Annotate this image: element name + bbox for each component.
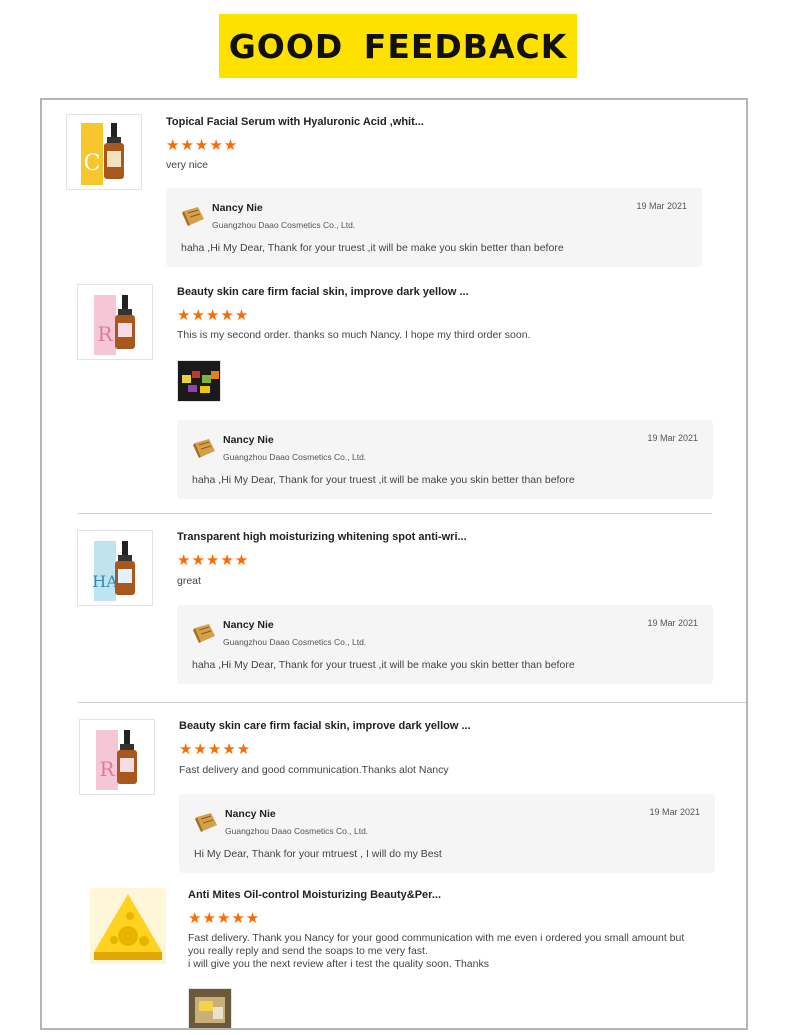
reply-date: 19 Mar 2021 (649, 807, 700, 817)
seller-reply: Nancy Nie Guangzhou Daao Cosmetics Co., … (177, 605, 713, 684)
product-title[interactable]: Beauty skin care firm facial skin, impro… (177, 286, 469, 298)
review-comment-line: Fast delivery. Thank you Nancy for your … (188, 932, 685, 944)
serum-bottle-icon: R (94, 295, 135, 355)
reply-company: Guangzhou Daao Cosmetics Co., Ltd. (212, 220, 356, 230)
avatar (195, 813, 217, 832)
review-comment-line: you really reply and send the soaps to m… (188, 945, 428, 957)
avatar (182, 207, 204, 226)
reply-date: 19 Mar 2021 (647, 433, 698, 443)
star-rating: ★★★★★ (188, 910, 261, 927)
reply-date: 19 Mar 2021 (636, 201, 687, 211)
svg-text:R: R (97, 322, 113, 346)
review-comment: Fast delivery and good communication.Tha… (179, 764, 449, 776)
banner-title: GOOD FEEDBACK (228, 26, 568, 66)
star-rating: ★★★★★ (177, 552, 250, 569)
star-rating: ★★★★★ (179, 741, 252, 758)
reply-text: haha ,Hi My Dear, Thank for your truest … (181, 242, 564, 254)
reply-company: Guangzhou Daao Cosmetics Co., Ltd. (223, 452, 367, 462)
product-thumbnail[interactable]: C (66, 114, 142, 190)
product-title[interactable]: Anti Mites Oil-control Moisturizing Beau… (188, 889, 441, 901)
product-title[interactable]: Transparent high moisturizing whitening … (177, 531, 467, 543)
reply-author: Nancy Nie (225, 808, 276, 820)
star-rating: ★★★★★ (166, 137, 239, 154)
product-thumbnail[interactable] (90, 888, 166, 964)
review-comment-line: i will give you the next review after i … (188, 958, 489, 970)
page-banner: GOOD FEEDBACK (219, 14, 577, 78)
cheese-soap-icon (90, 888, 166, 964)
product-thumbnail[interactable]: R (79, 719, 155, 795)
reply-text: haha ,Hi My Dear, Thank for your truest … (192, 659, 575, 671)
review-photo[interactable] (188, 988, 232, 1028)
reply-text: haha ,Hi My Dear, Thank for your truest … (192, 474, 575, 486)
star-rating: ★★★★★ (177, 307, 250, 324)
product-title[interactable]: Beauty skin care firm facial skin, impro… (179, 720, 471, 732)
review-comment: great (177, 575, 201, 587)
svg-text:R: R (99, 757, 115, 781)
svg-text:C: C (84, 151, 101, 176)
avatar (193, 624, 215, 643)
product-title[interactable]: Topical Facial Serum with Hyaluronic Aci… (166, 116, 424, 128)
feedback-panel: C Topical Facial Serum with Hyaluronic A… (40, 98, 748, 1030)
reply-author: Nancy Nie (223, 619, 274, 631)
reply-date: 19 Mar 2021 (647, 618, 698, 628)
reply-author: Nancy Nie (212, 202, 263, 214)
seller-reply: Nancy Nie Guangzhou Daao Cosmetics Co., … (179, 794, 715, 873)
seller-reply: Nancy Nie Guangzhou Daao Cosmetics Co., … (166, 188, 702, 267)
reply-company: Guangzhou Daao Cosmetics Co., Ltd. (225, 826, 369, 836)
svg-text:HA: HA (92, 572, 118, 591)
review-photo[interactable] (177, 360, 221, 402)
reply-author: Nancy Nie (223, 434, 274, 446)
soap-photo-icon (178, 361, 220, 401)
product-thumbnail[interactable]: HA (77, 530, 153, 606)
reply-company: Guangzhou Daao Cosmetics Co., Ltd. (223, 637, 367, 647)
divider (78, 702, 746, 703)
parcel-photo-icon (189, 989, 231, 1028)
review-comment: very nice (166, 159, 209, 171)
serum-bottle-icon: HA (92, 541, 135, 601)
avatar (193, 439, 215, 458)
seller-reply: Nancy Nie Guangzhou Daao Cosmetics Co., … (177, 420, 713, 499)
serum-bottle-icon: C (81, 123, 124, 185)
serum-bottle-icon: R (96, 730, 137, 790)
review-comment: This is my second order. thanks so much … (177, 329, 531, 341)
reply-text: Hi My Dear, Thank for your mtruest , I w… (194, 848, 442, 860)
divider (78, 513, 712, 514)
product-thumbnail[interactable]: R (77, 284, 153, 360)
